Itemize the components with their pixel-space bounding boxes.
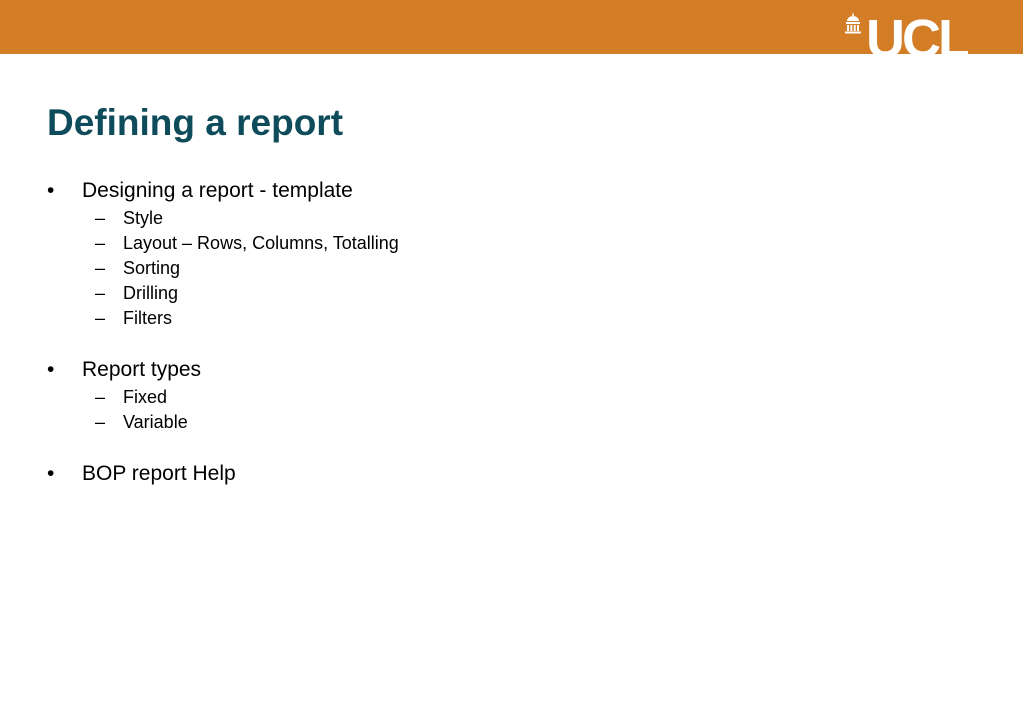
sub-item-text: Style [123, 208, 164, 228]
ucl-logo: UCL [844, 12, 968, 60]
dash-marker: – [95, 387, 106, 407]
bullet-item: • Report types [47, 355, 947, 385]
sub-list: – Style – Layout – Rows, Columns, Totall… [47, 206, 947, 331]
bullet-text: Report types [82, 358, 202, 381]
bullet-marker: • [47, 179, 55, 202]
dash-marker: – [95, 412, 106, 432]
sub-item-text: Filters [123, 308, 172, 328]
bullet-marker: • [47, 358, 55, 381]
bullet-marker: • [47, 462, 55, 485]
bullet-item: • Designing a report - template [47, 176, 947, 206]
sub-item: – Layout – Rows, Columns, Totalling [47, 231, 947, 256]
sub-item: – Fixed [47, 385, 947, 410]
dash-marker: – [95, 283, 106, 303]
slide-title: Defining a report [47, 102, 344, 143]
bullet-item: • BOP report Help [47, 459, 947, 489]
dash-marker: – [95, 208, 106, 228]
dash-marker: – [95, 258, 106, 278]
sub-item-text: Layout – Rows, Columns, Totalling [123, 233, 399, 253]
sub-item-text: Variable [123, 412, 188, 432]
bullet-text: BOP report Help [82, 462, 236, 485]
slide: UCL Defining a report • Designing a repo… [0, 0, 1023, 708]
sub-item-text: Drilling [123, 283, 179, 303]
logo-text: UCL [866, 18, 968, 60]
sub-item: – Filters [47, 306, 947, 331]
bullet-list: • Designing a report - template – Style … [47, 176, 947, 489]
sub-list: – Fixed – Variable [47, 385, 947, 435]
sub-item: – Style [47, 206, 947, 231]
dash-marker: – [95, 308, 106, 328]
sub-item: – Variable [47, 410, 947, 435]
portico-icon [845, 12, 861, 34]
header-bar: UCL [0, 0, 1023, 60]
sub-item-text: Sorting [123, 258, 181, 278]
bullet-text: Designing a report - template [82, 179, 353, 202]
sub-item: – Sorting [47, 256, 947, 281]
sub-item-text: Fixed [123, 387, 168, 407]
dash-marker: – [95, 233, 106, 253]
sub-item: – Drilling [47, 281, 947, 306]
